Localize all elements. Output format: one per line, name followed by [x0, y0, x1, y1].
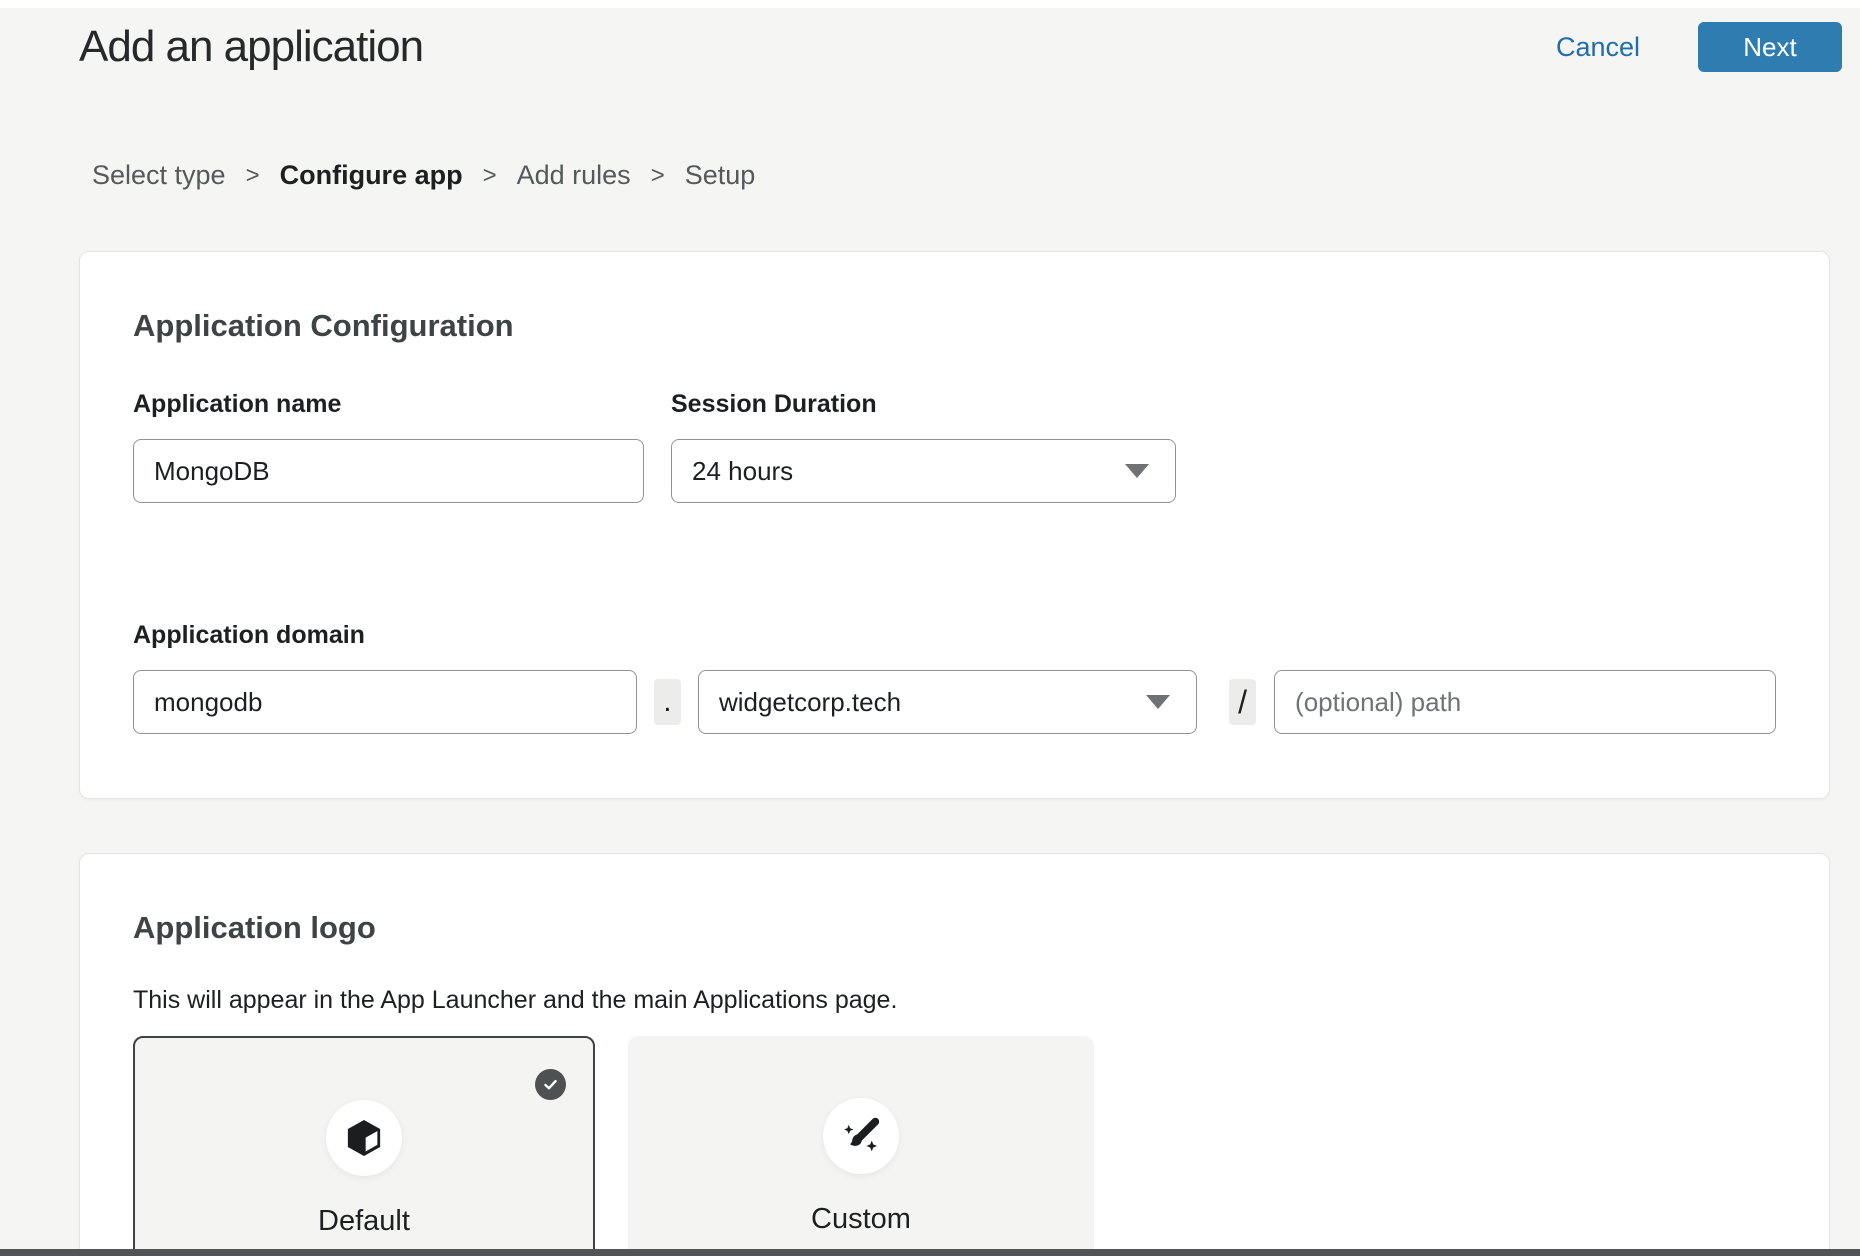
chevron-down-icon [1125, 464, 1149, 478]
app-config-heading: Application Configuration [133, 308, 1776, 344]
app-logo-card: Application logo This will appear in the… [79, 853, 1830, 1256]
application-name-input[interactable] [133, 439, 644, 503]
dot-separator: . [654, 679, 681, 725]
logo-option-default[interactable]: Default [133, 1036, 595, 1256]
breadcrumb-step-select-type[interactable]: Select type [92, 160, 226, 191]
default-logo-circle [326, 1100, 402, 1176]
session-duration-label: Session Duration [671, 390, 1176, 419]
application-name-field-group: Application name [133, 390, 644, 503]
application-domain-label: Application domain [133, 621, 1776, 650]
bottom-window-edge [0, 1249, 1860, 1256]
application-name-label: Application name [133, 390, 644, 419]
check-icon [535, 1069, 566, 1100]
page-title: Add an application [79, 22, 423, 72]
app-config-card: Application Configuration Application na… [79, 251, 1830, 799]
logo-option-custom[interactable]: Custom [628, 1036, 1094, 1256]
app-logo-description: This will appear in the App Launcher and… [133, 986, 1776, 1015]
session-duration-value: 24 hours [692, 456, 793, 487]
page-header: Add an application Cancel Next [79, 8, 1842, 72]
logo-option-custom-label: Custom [811, 1203, 911, 1236]
session-duration-field-group: Session Duration 24 hours [671, 390, 1176, 503]
paintbrush-icon [838, 1113, 884, 1159]
cube-icon [342, 1116, 386, 1160]
header-actions: Cancel Next [1556, 22, 1842, 72]
subdomain-input[interactable] [133, 670, 637, 734]
breadcrumb-separator-icon: > [246, 162, 260, 190]
breadcrumb-step-setup[interactable]: Setup [685, 160, 756, 191]
breadcrumb-step-configure-app[interactable]: Configure app [280, 160, 463, 191]
chevron-down-icon [1146, 695, 1170, 709]
app-logo-heading: Application logo [133, 910, 1776, 946]
domain-select-value: widgetcorp.tech [719, 687, 901, 718]
logo-option-default-label: Default [318, 1205, 410, 1238]
session-duration-select[interactable]: 24 hours [671, 439, 1176, 503]
next-button[interactable]: Next [1698, 22, 1842, 72]
custom-logo-circle [823, 1098, 899, 1174]
breadcrumb-separator-icon: > [651, 162, 665, 190]
breadcrumb: Select type > Configure app > Add rules … [92, 160, 1842, 191]
cancel-button[interactable]: Cancel [1556, 32, 1640, 63]
slash-separator: / [1229, 679, 1256, 725]
application-domain-field-group: Application domain . widgetcorp.tech / [133, 621, 1776, 734]
page-background: Add an application Cancel Next Select ty… [0, 8, 1860, 1256]
breadcrumb-separator-icon: > [483, 162, 497, 190]
domain-select[interactable]: widgetcorp.tech [698, 670, 1197, 734]
path-input[interactable] [1274, 670, 1776, 734]
breadcrumb-step-add-rules[interactable]: Add rules [517, 160, 631, 191]
